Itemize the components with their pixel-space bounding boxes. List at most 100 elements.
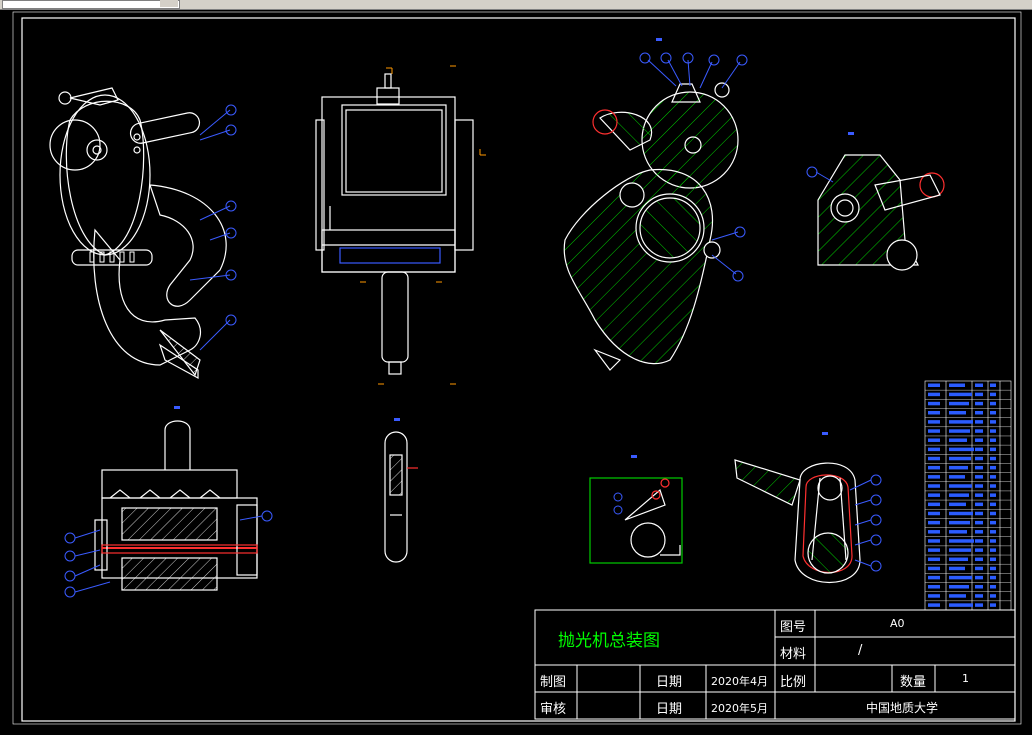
bom-cell-text [990, 429, 996, 433]
bom-cell-text [949, 566, 965, 571]
bom-rows [925, 383, 1011, 607]
bom-cell-text [949, 420, 973, 424]
view-section-bottom-left [94, 420, 258, 591]
bom-cell-text [975, 465, 983, 470]
view7-balloons [613, 492, 623, 515]
bom-cell-text [975, 429, 983, 433]
bom-cell-text [928, 530, 940, 534]
bom-cell-text [990, 530, 996, 534]
drawing-no-value: A0 [890, 617, 905, 630]
bom-cell-text [975, 420, 983, 424]
bom-cell-text [949, 585, 969, 589]
drawing-title: 抛光机总装图 [558, 631, 660, 651]
view-markers [174, 38, 854, 458]
bom-cell-text [949, 484, 972, 488]
bom-cell-text [949, 603, 973, 607]
bom-cell-text [990, 438, 996, 442]
bom-cell-text [990, 566, 996, 571]
date-value-1: 2020年4月 [711, 675, 768, 688]
view-front-center [315, 73, 474, 375]
view-section-right [563, 82, 739, 371]
bom-cell-text [949, 465, 968, 470]
bom-cell-text [928, 392, 940, 397]
bom-cell-text [975, 410, 983, 415]
bom-cell-text [949, 502, 966, 507]
bom-cell-text [949, 539, 974, 543]
bom-cell-text [975, 502, 983, 507]
bom-cell-text [990, 520, 996, 525]
view-green-detail [589, 477, 683, 564]
bom-cell-text [949, 520, 970, 525]
bom-cell-text [990, 603, 996, 607]
bom-cell-text [975, 548, 983, 552]
bom-cell-text [990, 511, 996, 516]
bom-cell-text [928, 429, 940, 433]
bom-cell-text [928, 511, 940, 516]
bom-cell-text [949, 410, 966, 415]
view2-marks [360, 65, 486, 385]
bom-cell-text [949, 575, 972, 580]
view1-balloons [189, 104, 237, 351]
bom-cell-text [975, 585, 983, 589]
view-front-left [49, 87, 227, 380]
bom-cell-text [990, 392, 996, 397]
view-detail-top-right [817, 154, 945, 271]
bom-cell-text [990, 575, 996, 580]
bom-cell-text [975, 383, 983, 387]
bom-cell-text [975, 539, 983, 543]
bom-cell-text [990, 383, 996, 387]
bom-cell-text [928, 410, 940, 415]
bom-cell-text [928, 456, 940, 461]
bom-cell-text [990, 410, 996, 415]
bom-cell-text [975, 594, 983, 598]
bom-cell-text [928, 575, 940, 580]
bom-cell-text [928, 401, 940, 406]
bom-cell-text [990, 493, 996, 497]
bom-cell-text [990, 548, 996, 552]
bom-cell-text [928, 603, 940, 607]
bom-cell-text [990, 594, 996, 598]
bom-cell-text [990, 475, 996, 479]
bom-cell-text [990, 539, 996, 543]
bom-cell-text [928, 557, 940, 562]
bom-cell-text [975, 493, 983, 497]
bom-cell-text [975, 520, 983, 525]
bom-cell-text [949, 429, 970, 433]
drawn-by-label: 制图 [540, 675, 567, 690]
bom-cell-text [975, 484, 983, 488]
reviewed-by-label: 审核 [540, 702, 567, 717]
bom-cell-text [949, 456, 971, 461]
bom-cell-text [949, 475, 965, 479]
bom-cell-text [928, 493, 940, 497]
bom-cell-text [928, 502, 940, 507]
bom-cell-text [928, 484, 940, 488]
date-label-1: 日期 [656, 675, 683, 690]
quantity-label: 数量 [900, 675, 927, 690]
bom-cell-text [928, 520, 940, 525]
bom-cell-text [975, 575, 983, 580]
bom-cell-text [928, 594, 940, 598]
bom-cell-text [975, 475, 983, 479]
bom-cell-text [928, 438, 940, 442]
bom-cell-text [975, 566, 983, 571]
bom-cell-text [949, 594, 966, 598]
date-label-2: 日期 [656, 702, 683, 717]
bom-cell-text [928, 383, 940, 387]
bom-cell-text [949, 447, 974, 452]
bom-cell-text [928, 465, 940, 470]
bom-cell-text [928, 548, 940, 552]
bom-cell-text [928, 447, 940, 452]
date-value-2: 2020年5月 [711, 702, 768, 715]
cad-drawing-canvas[interactable] [0, 0, 1032, 735]
drawing-frame [21, 17, 1016, 722]
bom-cell-text [990, 585, 996, 589]
bom-cell-text [990, 557, 996, 562]
quantity-value: 1 [962, 672, 969, 685]
view-belt-detail [734, 459, 861, 583]
bom-cell-text [990, 456, 996, 461]
bom-cell-text [949, 401, 969, 406]
bom-cell-text [990, 465, 996, 470]
bom-cell-text [949, 383, 965, 387]
bom-cell-text [949, 548, 971, 552]
bom-cell-text [975, 447, 983, 452]
